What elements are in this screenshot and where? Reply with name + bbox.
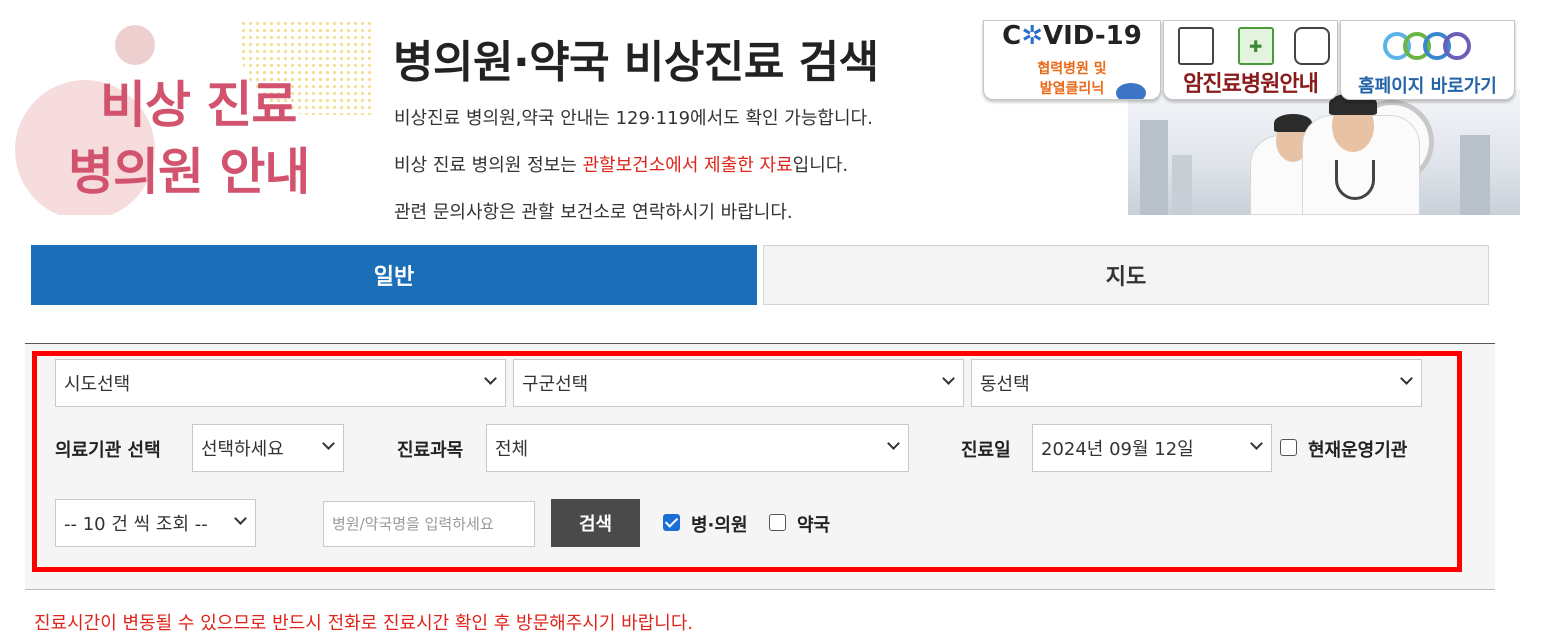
sido-select-value: 시도선택 bbox=[64, 374, 131, 395]
hospital-checkbox[interactable] bbox=[663, 514, 680, 531]
search-area-bottom-divider bbox=[25, 589, 1495, 590]
logo-decoration-dot bbox=[115, 25, 155, 65]
cancer-hospital-guide-link[interactable]: ✚ 암진료병원안내 bbox=[1163, 20, 1338, 100]
info-line-source: 비상 진료 병의원 정보는 관할보건소에서 제출한 자료입니다. bbox=[394, 151, 848, 177]
treatment-date-select[interactable]: 2024년 09월 12일 bbox=[1032, 424, 1272, 472]
chevron-down-icon bbox=[887, 437, 900, 450]
homepage-logo-icon bbox=[1383, 28, 1473, 64]
institution-type-value: 선택하세요 bbox=[201, 439, 284, 460]
treatment-date-label: 진료일 bbox=[961, 440, 1011, 461]
ambulance-icon bbox=[1294, 27, 1330, 65]
chevron-down-icon bbox=[942, 372, 955, 385]
covid19-clinic-link[interactable]: C✲VID-19 협력병원 및 발열클리닉 bbox=[983, 20, 1161, 100]
institution-type-label: 의료기관 선택 bbox=[55, 440, 161, 461]
banner-building bbox=[1172, 155, 1192, 215]
department-select-value: 전체 bbox=[495, 439, 529, 460]
info-source-prefix: 비상 진료 병의원 정보는 bbox=[394, 155, 583, 176]
dong-select-value: 동선택 bbox=[980, 374, 1030, 395]
page-size-value: -- 10 건 씩 조회 -- bbox=[64, 514, 208, 535]
covid19-title-c: C bbox=[1002, 21, 1022, 51]
gugun-select-value: 구군선택 bbox=[522, 374, 589, 395]
virus-mascot-icon bbox=[1116, 83, 1146, 99]
tab-map[interactable]: 지도 bbox=[763, 245, 1489, 305]
hospital-building-icon bbox=[1178, 27, 1214, 65]
treatment-date-value: 2024년 09월 12일 bbox=[1041, 439, 1194, 460]
homepage-shortcut-link[interactable]: 홈페이지 바로가기 bbox=[1340, 20, 1515, 100]
covid19-title-rest: VID-19 bbox=[1043, 21, 1142, 51]
page-title: 병의원·약국 비상진료 검색 bbox=[393, 37, 879, 88]
logo-text-line2: 병의원 안내 bbox=[68, 143, 310, 201]
plus-icon: ✚ bbox=[1249, 37, 1263, 56]
page-size-select[interactable]: -- 10 건 씩 조회 -- bbox=[55, 499, 256, 547]
info-line-contact: 비상진료 병의원,약국 안내는 129·119에서도 확인 가능합니다. bbox=[394, 108, 873, 129]
chevron-down-icon bbox=[322, 437, 335, 450]
info-line-inquiry: 관련 문의사항은 관할 보건소로 연락하시기 바랍니다. bbox=[394, 202, 793, 223]
info-source-highlight: 관할보건소에서 제출한 자료 bbox=[582, 155, 793, 176]
cancer-guide-icons: ✚ bbox=[1172, 27, 1332, 67]
banner-building bbox=[1460, 135, 1490, 215]
chevron-down-icon bbox=[484, 372, 497, 385]
emergency-care-logo: 비상 진료 병의원 안내 bbox=[0, 20, 375, 215]
info-source-suffix: 입니다. bbox=[792, 155, 849, 176]
gugun-select[interactable]: 구군선택 bbox=[513, 359, 964, 407]
medicine-bottle-icon: ✚ bbox=[1238, 27, 1274, 65]
covid19-subtitle-line1: 협력병원 및 bbox=[1037, 61, 1107, 77]
facility-name-input[interactable] bbox=[323, 501, 535, 547]
virus-icon: ✲ bbox=[1021, 21, 1044, 51]
operating-now-checkbox[interactable] bbox=[1280, 439, 1297, 456]
sido-select[interactable]: 시도선택 bbox=[55, 359, 506, 407]
covid19-title: C✲VID-19 bbox=[984, 21, 1160, 51]
dong-select[interactable]: 동선택 bbox=[971, 359, 1422, 407]
cancer-hospital-guide-label: 암진료병원안내 bbox=[1183, 72, 1319, 97]
stethoscope-icon bbox=[1335, 160, 1375, 200]
banner-building bbox=[1140, 120, 1168, 215]
chevron-down-icon bbox=[1250, 437, 1263, 450]
institution-type-select[interactable]: 선택하세요 bbox=[192, 424, 344, 472]
department-label: 진료과목 bbox=[397, 440, 464, 461]
header-banner: C✲VID-19 협력병원 및 발열클리닉 ✚ 암진료병원안내 홈페이지 바로가… bbox=[980, 20, 1520, 215]
hospital-checkbox-label: 병·의원 bbox=[691, 515, 748, 536]
pharmacy-checkbox-label: 약국 bbox=[797, 515, 831, 536]
search-button[interactable]: 검색 bbox=[551, 499, 640, 547]
pharmacy-checkbox[interactable] bbox=[769, 514, 786, 531]
tab-general[interactable]: 일반 bbox=[31, 245, 757, 305]
chevron-down-icon bbox=[1400, 372, 1413, 385]
homepage-shortcut-label: 홈페이지 바로가기 bbox=[1358, 76, 1497, 97]
operating-now-label: 현재운영기관 bbox=[1308, 440, 1408, 461]
chevron-down-icon bbox=[234, 512, 247, 525]
logo-text-line1: 비상 진료 bbox=[100, 76, 297, 134]
department-select[interactable]: 전체 bbox=[486, 424, 909, 472]
visit-notice: 진료시간이 변동될 수 있으므로 반드시 전화로 진료시간 확인 후 방문해주시… bbox=[34, 613, 694, 634]
